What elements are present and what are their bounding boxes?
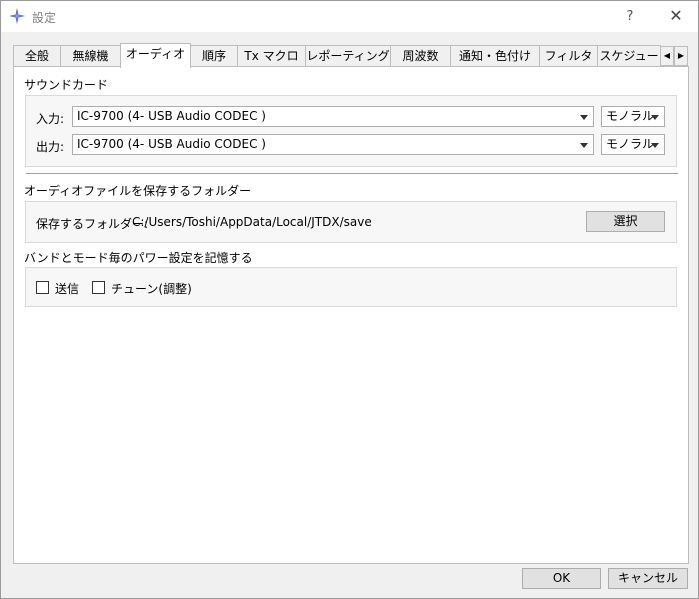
tab-scroll-right-icon[interactable]: ▶	[674, 46, 688, 66]
save-folder-group: 保存するフォルダー: C:/Users/Toshi/AppData/Local/…	[25, 201, 677, 243]
tab-general[interactable]: 全般	[13, 45, 61, 67]
chevron-down-icon	[651, 115, 659, 120]
transmit-label: 送信	[55, 282, 80, 296]
tune-label: チューン(調整)	[111, 282, 192, 296]
input-channel-select[interactable]: モノラル	[601, 106, 665, 127]
title-bar: 設定 ? ✕	[1, 1, 698, 32]
audio-tab-pane: サウンドカード 入力: IC-9700 (4- USB Audio CODEC …	[13, 66, 689, 564]
tune-checkbox[interactable]	[92, 281, 105, 294]
input-label: 入力:	[36, 112, 65, 126]
settings-dialog: 設定 ? ✕ 全般 無線機 オーディオ 順序 Tx マクロ レポーティング 周波…	[0, 0, 699, 599]
save-folder-group-title: オーディオファイルを保存するフォルダー	[24, 184, 252, 198]
power-memory-group-title: バンドとモード毎のパワー設定を記憶する	[24, 251, 253, 265]
output-device-select[interactable]: IC-9700 (4- USB Audio CODEC )	[72, 134, 594, 155]
tab-tx-macros[interactable]: Tx マクロ	[237, 45, 306, 67]
close-button[interactable]: ✕	[655, 1, 697, 32]
output-device-value: IC-9700 (4- USB Audio CODEC )	[77, 137, 266, 151]
power-memory-group: 送信 チューン(調整)	[25, 267, 677, 307]
tab-sequence[interactable]: 順序	[190, 45, 238, 67]
input-channel-value: モノラル	[606, 109, 655, 123]
window-title: 設定	[32, 11, 57, 25]
chevron-down-icon	[651, 143, 659, 148]
help-button[interactable]: ?	[613, 1, 647, 32]
cancel-button[interactable]: キャンセル	[608, 568, 688, 589]
tab-audio[interactable]: オーディオ	[120, 43, 191, 68]
input-device-select[interactable]: IC-9700 (4- USB Audio CODEC )	[72, 106, 594, 127]
tab-radio[interactable]: 無線機	[60, 45, 121, 67]
tab-scroll-left-icon[interactable]: ◀	[660, 46, 674, 66]
ok-button[interactable]: OK	[522, 568, 601, 589]
tab-filters[interactable]: フィルタ	[539, 45, 598, 67]
tab-scheduler[interactable]: スケジュー	[597, 45, 661, 67]
chevron-down-icon	[580, 143, 588, 148]
tab-frequencies[interactable]: 周波数	[390, 45, 451, 67]
output-label: 出力:	[36, 140, 65, 154]
input-device-value: IC-9700 (4- USB Audio CODEC )	[77, 109, 266, 123]
output-channel-value: モノラル	[606, 137, 655, 151]
save-folder-path: C:/Users/Toshi/AppData/Local/JTDX/save	[132, 215, 372, 229]
tab-bar: 全般 無線機 オーディオ 順序 Tx マクロ レポーティング 周波数 通知・色付…	[13, 43, 689, 68]
tab-reporting[interactable]: レポーティング	[305, 45, 391, 67]
soundcard-group-title: サウンドカード	[24, 78, 109, 92]
transmit-checkbox[interactable]	[36, 281, 49, 294]
select-folder-button[interactable]: 選択	[586, 211, 665, 232]
output-channel-select[interactable]: モノラル	[601, 134, 665, 155]
soundcard-group: 入力: IC-9700 (4- USB Audio CODEC ) モノラル 出…	[25, 95, 677, 167]
app-star-icon	[9, 8, 25, 24]
chevron-down-icon	[580, 115, 588, 120]
section-divider	[26, 173, 678, 174]
tab-notifications-colors[interactable]: 通知・色付け	[450, 45, 540, 67]
